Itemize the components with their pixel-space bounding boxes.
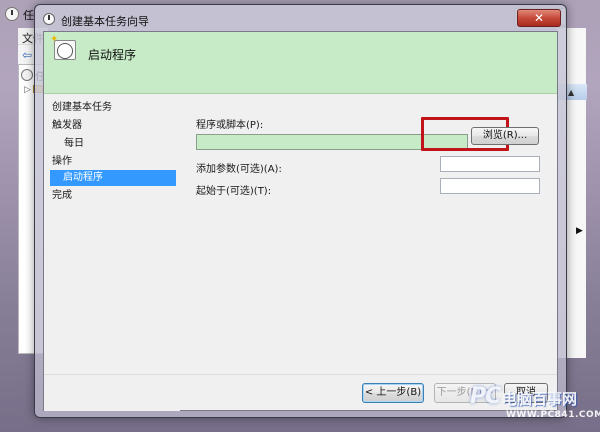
close-button[interactable]: ✕ [517, 9, 561, 27]
step-daily[interactable]: 每日 [64, 136, 172, 152]
clock-icon [21, 69, 33, 81]
args-label: 添加参数(可选)(A): [196, 164, 282, 175]
step-start-program[interactable]: 启动程序 [50, 170, 176, 186]
browse-button[interactable]: 浏览(R)... [471, 127, 539, 145]
collapse-caret-icon: ▲ [568, 88, 575, 97]
step-action[interactable]: 操作 [52, 154, 172, 170]
wizard-header: 启动程序 [44, 32, 557, 94]
step-finish[interactable]: 完成 [52, 188, 172, 204]
create-basic-task-wizard: 创建基本任务向导 ✕ 启动程序 创建基本任务 触发器 每日 操作 启动程序 完成… [34, 4, 567, 418]
start-in-input[interactable] [441, 179, 539, 194]
watermark-text: 电脑百事网 [502, 390, 578, 408]
dialog-title: 创建基本任务向导 [61, 15, 149, 28]
site-watermark: PC 电脑百事网 WWW.PC841.COM [470, 382, 600, 430]
start-in-field[interactable] [440, 178, 540, 194]
back-button[interactable]: < 上一步(B) [362, 383, 424, 403]
submenu-arrow-icon[interactable]: ▶ [576, 226, 583, 236]
clock-icon [5, 7, 19, 21]
task-scheduler-title: 任 [23, 9, 34, 22]
step-create-basic-task[interactable]: 创建基本任务 [52, 100, 172, 116]
program-label: 程序或脚本(P): [196, 120, 264, 131]
step-trigger[interactable]: 触发器 [52, 118, 172, 134]
args-field[interactable] [440, 156, 540, 172]
expand-icon[interactable]: ▷ [24, 85, 31, 95]
watermark-logo: PC [470, 384, 501, 409]
start-in-label: 起始于(可选)(T): [196, 186, 272, 197]
page-title: 启动程序 [88, 48, 137, 62]
clock-icon [43, 13, 55, 25]
args-input[interactable] [441, 157, 539, 172]
wizard-steps: 创建基本任务 触发器 每日 操作 启动程序 完成 [44, 94, 180, 411]
watermark-url: WWW.PC841.COM [506, 410, 600, 420]
dialog-client-area: 启动程序 创建基本任务 触发器 每日 操作 启动程序 完成 程序或脚本(P): … [43, 31, 558, 411]
new-task-icon [50, 34, 76, 60]
